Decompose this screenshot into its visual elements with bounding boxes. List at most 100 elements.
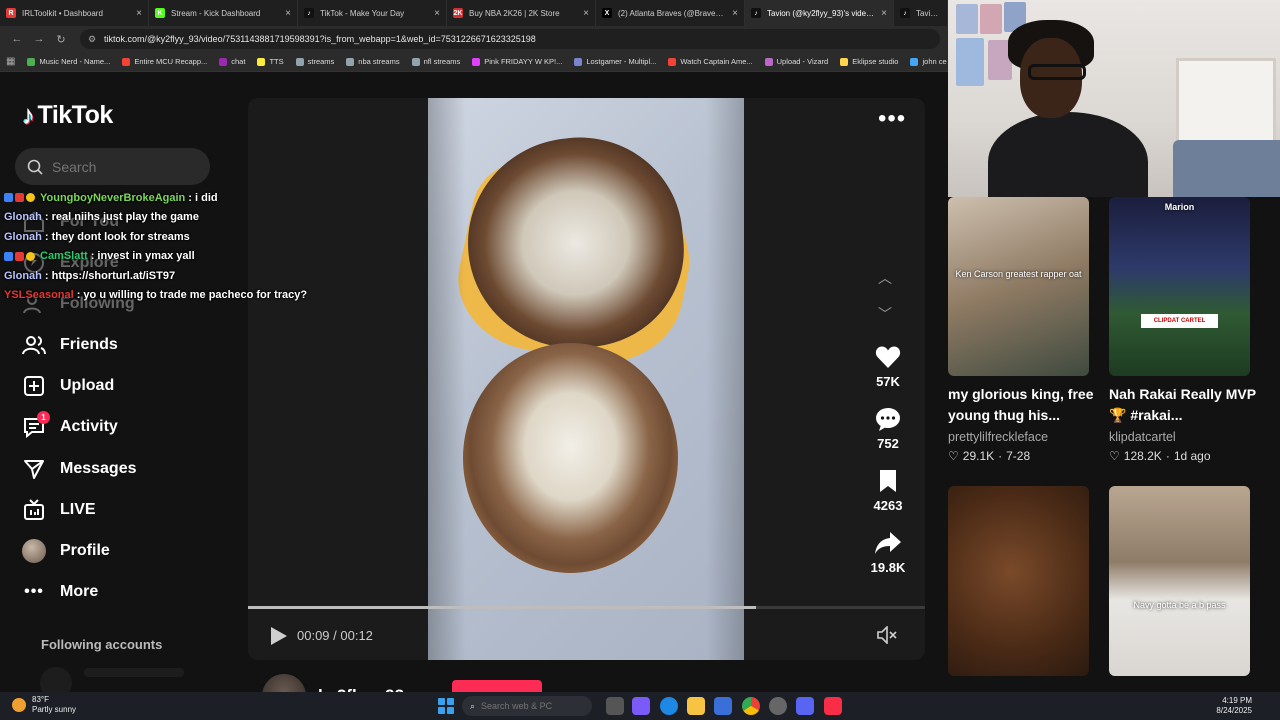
meta-separator: · xyxy=(1165,449,1170,463)
back-icon[interactable]: ← xyxy=(8,30,26,48)
sidebar-item-more[interactable]: ••• More xyxy=(22,578,222,606)
bookmark-label: streams xyxy=(307,57,335,66)
site-info-icon[interactable]: ⚙ xyxy=(88,34,98,44)
chrome-icon[interactable] xyxy=(742,697,760,715)
tiktok-page: ♪ TikTok For YouExploreFollowingFriendsU… xyxy=(0,72,948,692)
more-options-icon[interactable]: ••• xyxy=(878,107,906,131)
search-input[interactable] xyxy=(52,158,192,175)
chat-username: Glonah xyxy=(4,230,42,243)
related-author-2[interactable]: klipdatcartel xyxy=(1109,430,1176,444)
browser-tab[interactable]: X (2) Atlanta Braves (@Braves) / X × xyxy=(596,0,745,26)
chevron-up-icon[interactable]: ︿ xyxy=(878,268,892,288)
edge-icon[interactable] xyxy=(660,697,678,715)
store-icon[interactable] xyxy=(714,697,732,715)
tab-favicon-icon: K xyxy=(155,8,165,18)
search-bar[interactable] xyxy=(15,148,210,185)
comment-icon xyxy=(874,406,902,432)
tab-title: IRLToolkit • Dashboard xyxy=(22,8,103,18)
bookmark-item[interactable]: chat xyxy=(219,57,245,66)
taskbar-search[interactable]: ⌕ xyxy=(462,696,592,716)
related-title-2[interactable]: Nah Rakai Really MVP 🏆 #rakai... xyxy=(1109,384,1259,426)
streamer-glasses xyxy=(1028,64,1086,80)
sidebar-item-messages[interactable]: Messages xyxy=(22,455,222,483)
sidebar-item-friends[interactable]: Friends xyxy=(22,331,222,359)
task-view-icon[interactable] xyxy=(606,697,624,715)
bookmark-item[interactable]: Upload - Vizard xyxy=(764,57,828,66)
author-row[interactable]: ky2flyy_93 xyxy=(262,674,404,692)
clipdat-cartel-watermark: CLIPDAT CARTEL xyxy=(1141,314,1218,328)
discord-icon[interactable] xyxy=(796,697,814,715)
bookmark-item[interactable]: Watch Captain Ame... xyxy=(668,57,753,66)
bookmark-item[interactable]: Music Nerd - Name... xyxy=(27,57,110,66)
tiktok-logo[interactable]: ♪ TikTok xyxy=(22,100,113,131)
close-icon[interactable]: × xyxy=(136,8,142,19)
bookmark-item[interactable]: TTS xyxy=(257,57,284,66)
related-thumb-2[interactable]: Marion CLIPDAT CARTEL xyxy=(1109,197,1250,376)
taskbar-search-input[interactable] xyxy=(481,701,572,711)
close-icon[interactable]: × xyxy=(583,8,589,19)
bookmark-label: chat xyxy=(231,57,246,66)
comment-button[interactable]: 752 xyxy=(862,406,914,451)
author-avatar[interactable] xyxy=(262,674,306,692)
related-thumb-4[interactable]: Navy gotta be a b pass xyxy=(1109,486,1250,676)
chat-message: YoungboyNeverBrokeAgain: i did xyxy=(4,188,307,208)
bookmark-item[interactable]: john ce xyxy=(910,57,947,66)
sidebar-item-upload[interactable]: Upload xyxy=(22,372,222,400)
related-likes: 29.1K xyxy=(962,449,995,463)
follow-button[interactable] xyxy=(452,680,542,692)
close-icon[interactable]: × xyxy=(434,8,440,19)
windows-start-icon[interactable] xyxy=(438,698,454,714)
obs-icon[interactable] xyxy=(769,697,787,715)
bookmark-item[interactable]: Entire MCU Recapp... xyxy=(122,57,207,66)
sidebar-item-live[interactable]: LIVE xyxy=(22,496,222,524)
related-thumb-3[interactable] xyxy=(948,486,1089,676)
like-button[interactable]: 57K xyxy=(862,344,914,389)
video-frame[interactable] xyxy=(428,98,744,660)
bookmark-item[interactable]: Pink FRIDAYY W KP!... xyxy=(472,57,562,66)
bookmark-item[interactable]: nfl streams xyxy=(411,57,460,66)
save-button[interactable]: 4263 xyxy=(862,468,914,513)
weather-widget[interactable]: 83°F Partly sunny xyxy=(12,695,76,715)
browser-tab[interactable]: R IRLToolkit • Dashboard × xyxy=(0,0,149,26)
send-icon xyxy=(22,457,46,481)
related-thumb-1[interactable]: Ken Carson greatest rapper oat xyxy=(948,197,1089,376)
heart-outline-icon: ♡ xyxy=(1109,449,1120,463)
clock-date: 8/24/2025 xyxy=(1216,706,1252,715)
url-text: tiktok.com/@ky2flyy_93/video/75311438817… xyxy=(104,34,536,44)
video-progress-bar[interactable] xyxy=(248,606,925,609)
bookmark-favicon-icon xyxy=(574,57,583,66)
video-player[interactable] xyxy=(248,98,925,660)
sidebar-item-profile[interactable]: Profile xyxy=(22,537,222,565)
music-icon[interactable] xyxy=(824,697,842,715)
chevron-down-icon[interactable]: ﹀ xyxy=(878,304,892,324)
related-author-1[interactable]: prettylilfreckleface xyxy=(948,430,1048,444)
close-icon[interactable]: × xyxy=(732,8,738,19)
play-icon[interactable] xyxy=(270,626,288,651)
forward-icon[interactable]: → xyxy=(30,30,48,48)
browser-tab[interactable]: K Stream - Kick Dashboard × xyxy=(149,0,298,26)
bookmark-favicon-icon xyxy=(27,57,36,66)
share-button[interactable]: 19.8K xyxy=(862,530,914,575)
apps-icon[interactable]: ▦ xyxy=(6,56,15,67)
browser-tab[interactable]: ♪ Tavion (@ky2flyy_93)'s video of × xyxy=(745,0,894,26)
browser-tab[interactable]: ♪ TikTok - Make Your Day × xyxy=(298,0,447,26)
close-icon[interactable]: × xyxy=(285,8,291,19)
copilot-icon[interactable] xyxy=(632,697,650,715)
bookmark-item[interactable]: streams xyxy=(295,57,335,66)
browser-tab-bar: R IRLToolkit • Dashboard × K Stream - Kick D… xyxy=(0,0,948,26)
close-icon[interactable]: × xyxy=(881,8,887,19)
sidebar-item-activity[interactable]: 1 Activity xyxy=(22,411,222,441)
bookmark-item[interactable]: Eklipse studio xyxy=(840,57,898,66)
browser-tab[interactable]: 2K Buy NBA 2K26 | 2K Store × xyxy=(447,0,596,26)
url-field[interactable]: ⚙ tiktok.com/@ky2flyy_93/video/753114388… xyxy=(80,29,940,49)
system-clock[interactable]: 4:19 PM 8/24/2025 xyxy=(1216,696,1252,716)
avatar xyxy=(22,539,46,563)
bookmark-item[interactable]: Lostgamer - Multipl... xyxy=(574,57,656,66)
browser-tab[interactable]: ♪ Tavion ( xyxy=(894,0,948,26)
reload-icon[interactable]: ↻ xyxy=(52,30,70,48)
bookmark-item[interactable]: nba streams xyxy=(346,57,400,66)
volume-muted-icon[interactable] xyxy=(877,625,899,649)
related-title-1[interactable]: my glorious king, free young thug his... xyxy=(948,384,1098,426)
file-explorer-icon[interactable] xyxy=(687,697,705,715)
chat-message: CamSlatt: invest in ymax yall xyxy=(4,247,307,267)
